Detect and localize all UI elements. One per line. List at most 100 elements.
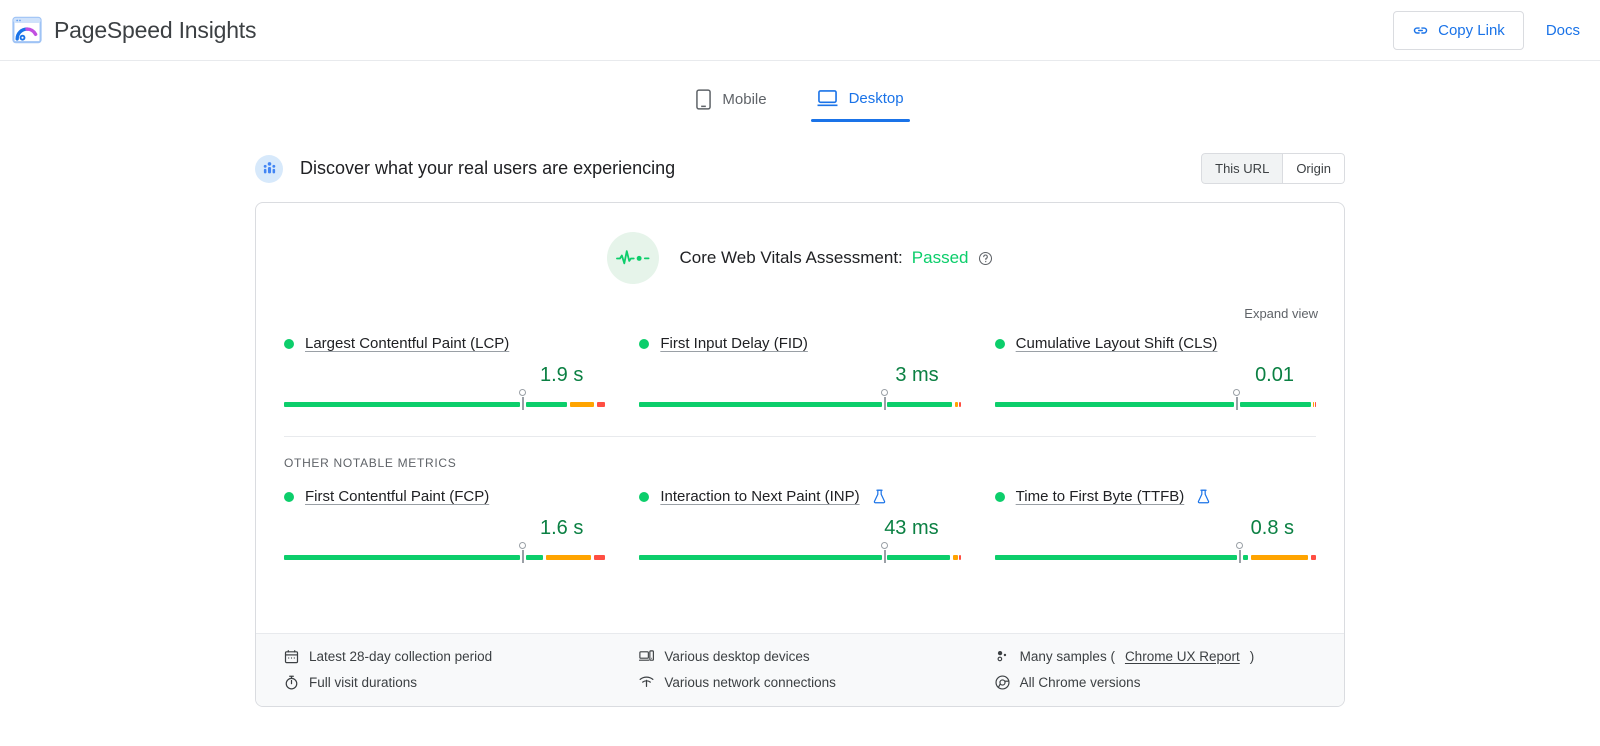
metric-distribution-bar: [284, 542, 606, 563]
status-dot: [639, 491, 650, 502]
scope-this-url-button[interactable]: This URL: [1201, 153, 1284, 184]
bar-segment: [1251, 555, 1308, 560]
metric-value: 1.6 s: [539, 517, 584, 539]
bar-segment: [639, 402, 882, 407]
core-web-vitals-card: Core Web Vitals Assessment: Passed Expan…: [255, 202, 1345, 707]
percentile-marker: [521, 397, 524, 410]
metric-fid: First Input Delay (FID) 3 ms: [639, 335, 961, 410]
status-dot: [284, 491, 294, 502]
metric-name[interactable]: Largest Contentful Paint (LCP): [305, 335, 509, 352]
docs-link[interactable]: Docs: [1546, 22, 1580, 39]
metric-value: 3 ms: [895, 364, 939, 386]
devices-icon: [639, 649, 655, 664]
assessment-header: Core Web Vitals Assessment: Passed: [256, 203, 1344, 284]
bar-segment: [569, 402, 595, 407]
bar-segment: [525, 402, 567, 407]
wifi-icon: [639, 675, 654, 690]
app-title: PageSpeed Insights: [54, 16, 257, 43]
expand-view-button[interactable]: Expand view: [256, 284, 1344, 321]
meta-network: Various network connections: [639, 675, 960, 690]
metric-distribution-bar: [994, 542, 1316, 563]
status-dot: [994, 491, 1005, 502]
form-factor-tabs: Mobile Desktop: [0, 85, 1600, 137]
metric-label: First Contentful Paint (FCP): [284, 488, 605, 505]
users-group-icon: [255, 154, 283, 183]
metric-value: 0.01: [1255, 364, 1294, 386]
percentile-marker-dot: [881, 542, 889, 549]
metric-value: 43 ms: [884, 517, 939, 539]
percentile-marker-dot: [1236, 542, 1244, 549]
percentile-marker: [1238, 550, 1241, 563]
metric-name[interactable]: Time to First Byte (TTFB): [1016, 488, 1185, 505]
metric-name[interactable]: Interaction to Next Paint (INP): [660, 488, 859, 505]
other-metrics-grid: First Contentful Paint (FCP) 1.6 s Inter…: [256, 470, 1344, 563]
bar-segment: [284, 402, 520, 407]
bar-segment: [594, 555, 606, 560]
pagespeed-logo-icon: [12, 15, 42, 45]
assessment-status: Passed: [911, 248, 969, 267]
bar-segment: [1242, 555, 1248, 560]
stopwatch-icon: [284, 675, 299, 690]
status-dot: [639, 338, 650, 349]
assessment-label: Core Web Vitals Assessment:: [679, 248, 903, 267]
samples-icon: [995, 649, 1010, 664]
bar-segment: [952, 555, 959, 560]
percentile-marker: [1235, 397, 1238, 410]
metric-cls: Cumulative Layout Shift (CLS) 0.01: [994, 335, 1316, 410]
metric-label: Time to First Byte (TTFB): [994, 488, 1316, 505]
meta-chrome-versions: All Chrome versions: [995, 675, 1316, 690]
field-data-section-header: Discover what your real users are experi…: [255, 153, 1345, 184]
percentile-marker-dot: [881, 389, 889, 396]
bar-segment: [545, 555, 591, 560]
meta-text-after: ): [1249, 649, 1255, 664]
meta-text: Full visit durations: [309, 675, 418, 690]
bar-segment: [887, 555, 951, 560]
section-title: Discover what your real users are experi…: [300, 158, 676, 178]
percentile-marker-dot: [1233, 389, 1241, 396]
meta-visit-durations: Full visit durations: [284, 675, 605, 690]
tab-mobile-label: Mobile: [722, 91, 767, 108]
meta-devices: Various desktop devices: [639, 649, 960, 664]
tab-mobile[interactable]: Mobile: [690, 85, 772, 124]
metric-fcp: First Contentful Paint (FCP) 1.6 s: [284, 488, 606, 563]
percentile-marker: [883, 397, 886, 410]
tab-desktop[interactable]: Desktop: [810, 85, 910, 122]
metric-name[interactable]: First Contentful Paint (FCP): [305, 488, 489, 505]
bar-segment: [959, 402, 961, 407]
bar-segment: [959, 555, 961, 560]
metric-distribution-bar: [639, 542, 961, 563]
meta-samples: Many samples ( Chrome UX Report): [995, 649, 1316, 664]
tab-desktop-label: Desktop: [848, 90, 904, 107]
flask-icon[interactable]: [1197, 489, 1210, 504]
link-icon: [1412, 22, 1429, 39]
metric-name[interactable]: First Input Delay (FID): [660, 335, 808, 352]
bar-segment: [1239, 402, 1311, 407]
copy-link-button[interactable]: Copy Link: [1393, 10, 1524, 50]
help-circle-icon[interactable]: [978, 251, 993, 266]
status-dot: [284, 338, 294, 349]
bar-segment: [994, 402, 1234, 407]
desktop-monitor-icon: [817, 89, 838, 108]
metric-distribution-bar: [994, 389, 1316, 410]
chrome-icon: [995, 675, 1010, 690]
scope-origin-button[interactable]: Origin: [1283, 153, 1345, 184]
percentile-marker: [521, 550, 524, 563]
bar-segment: [596, 402, 606, 407]
metric-value: 0.8 s: [1250, 517, 1294, 539]
metric-label: Cumulative Layout Shift (CLS): [994, 335, 1316, 352]
metric-name[interactable]: Cumulative Layout Shift (CLS): [1016, 335, 1218, 352]
bar-segment: [1310, 555, 1316, 560]
meta-text: All Chrome versions: [1019, 675, 1141, 690]
flask-icon[interactable]: [873, 489, 886, 504]
pulse-heartbeat-icon: [607, 232, 660, 284]
meta-collection-period: Latest 28-day collection period: [284, 649, 605, 664]
metric-inp: Interaction to Next Paint (INP) 43 ms: [639, 488, 961, 563]
bar-segment: [1315, 402, 1316, 407]
calendar-icon: [284, 649, 299, 664]
app-header: PageSpeed Insights Copy Link Docs: [0, 0, 1600, 61]
assessment-text: Core Web Vitals Assessment: Passed: [679, 248, 992, 268]
percentile-marker: [883, 550, 886, 563]
meta-text: Many samples (: [1019, 649, 1115, 664]
chrome-ux-report-link[interactable]: Chrome UX Report: [1125, 649, 1240, 664]
metric-distribution-bar: [639, 389, 961, 410]
